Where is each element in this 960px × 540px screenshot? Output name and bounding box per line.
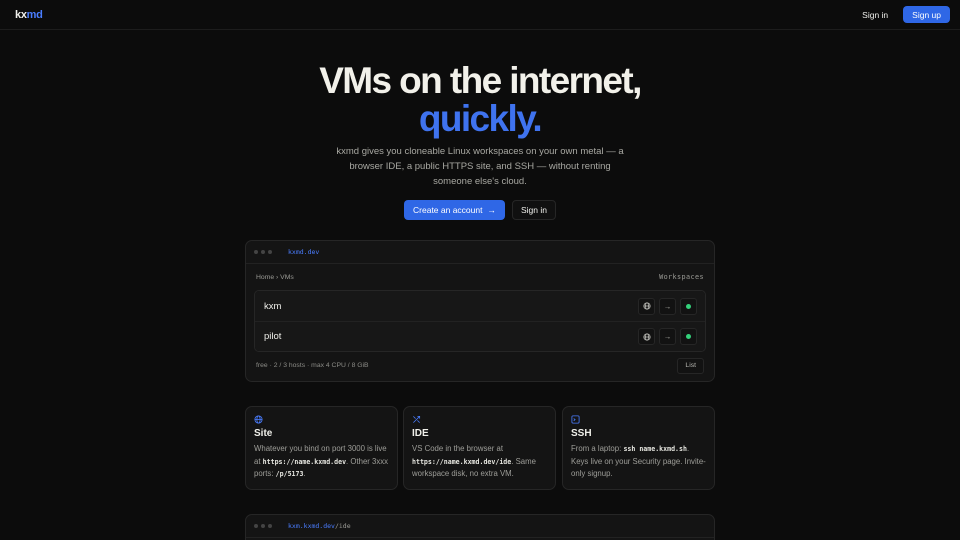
cta-row: Create an account → Sign in xyxy=(0,200,960,220)
hero-title-line1: VMs on the internet, xyxy=(319,60,642,101)
card-body: From a laptop: ssh name.kxmd.sh. Keys li… xyxy=(571,443,706,481)
create-account-label: Create an account xyxy=(413,205,483,215)
nav-actions: Sign in Sign up xyxy=(853,6,950,23)
dashboard-preview-window: kxmd.dev Home › VMs Workspaces kxm → pil… xyxy=(245,240,715,382)
top-nav: kxmd Sign in Sign up xyxy=(0,0,960,30)
globe-icon[interactable] xyxy=(638,297,655,315)
terminal-icon xyxy=(571,415,580,424)
breadcrumb[interactable]: Home › VMs xyxy=(256,274,294,281)
window-dot xyxy=(254,250,258,254)
list-button[interactable]: List xyxy=(677,357,704,374)
card-body-text: From a laptop: xyxy=(571,444,624,453)
vm-name: pilot xyxy=(264,331,282,342)
card-code: ssh name.kxmd.sh xyxy=(623,445,687,453)
status-running-dot xyxy=(686,334,691,339)
hero-subtitle: kxmd gives you cloneable Linux workspace… xyxy=(336,146,624,187)
window-dot xyxy=(261,250,265,254)
vm-list: kxm → pilot → xyxy=(254,290,706,352)
window-dot xyxy=(254,524,258,528)
card-body: Whatever you bind on port 3000 is live a… xyxy=(254,443,389,481)
window-url-host: kxm.kxmd.dev xyxy=(288,522,335,530)
window-dot xyxy=(268,250,272,254)
status-running-dot xyxy=(686,303,691,309)
feature-card-ssh: SSH From a laptop: ssh name.kxmd.sh. Key… xyxy=(562,406,715,490)
breadcrumb-row: Home › VMs Workspaces xyxy=(246,264,714,290)
window-url: kxmd.dev xyxy=(288,248,319,256)
logo-accent: md xyxy=(26,8,43,21)
card-body-text: . xyxy=(303,469,306,478)
status-indicator xyxy=(680,328,697,345)
window-url-host: kxmd.dev xyxy=(288,248,320,256)
card-title: SSH xyxy=(571,428,592,439)
card-body-text: VS Code in the browser at xyxy=(412,444,504,453)
globe-icon xyxy=(254,415,263,424)
vm-actions: → xyxy=(638,297,697,315)
window-titlebar: kxm.kxmd.dev/ide xyxy=(246,515,714,538)
nav-signup-button[interactable]: Sign up xyxy=(903,6,950,23)
card-title: IDE xyxy=(412,428,429,439)
vm-name: kxm xyxy=(264,300,282,312)
quota-text: free · 2 / 3 hosts · max 4 CPU / 8 GiB xyxy=(256,362,369,369)
window-titlebar: kxmd.dev xyxy=(246,241,714,264)
logo-main: kx xyxy=(15,8,27,21)
arrow-right-icon: → xyxy=(487,205,496,215)
window-url: kxm.kxmd.dev/ide xyxy=(288,522,351,530)
ide-icon xyxy=(413,415,421,423)
vm-actions: → xyxy=(638,328,697,345)
arrow-right-icon[interactable]: → xyxy=(659,328,676,345)
card-code: https://name.kxmd.dev xyxy=(262,457,347,466)
logo[interactable]: kxmd xyxy=(15,9,43,21)
feature-card-ide: IDE VS Code in the browser at https://na… xyxy=(403,406,556,490)
card-title: Site xyxy=(254,428,273,439)
ide-preview-window: kxm.kxmd.dev/ide xyxy=(245,514,715,540)
card-code: https://name.kxmd.dev/ide xyxy=(412,457,512,466)
create-account-button[interactable]: Create an account → xyxy=(404,200,505,220)
window-footer: free · 2 / 3 hosts · max 4 CPU / 8 GiB L… xyxy=(246,352,714,379)
window-url-path: /ide xyxy=(334,522,351,530)
nav-signin-button[interactable]: Sign in xyxy=(853,6,897,23)
card-body: VS Code in the browser at https://name.k… xyxy=(412,443,547,481)
globe-icon[interactable] xyxy=(638,328,655,345)
vm-row[interactable]: kxm → xyxy=(255,291,705,321)
hero-title: VMs on the internet, quickly. xyxy=(0,62,960,138)
feature-card-site: Site Whatever you bind on port 3000 is l… xyxy=(245,406,398,490)
window-dot xyxy=(261,524,265,528)
window-dot xyxy=(268,524,272,528)
hero-title-line2: quickly. xyxy=(418,98,543,139)
vm-row[interactable]: pilot → xyxy=(255,321,705,351)
hero-signin-button[interactable]: Sign in xyxy=(511,200,556,220)
card-code: /p/5173 xyxy=(275,470,304,478)
arrow-right-icon[interactable]: → xyxy=(659,297,676,315)
workspaces-label: Workspaces xyxy=(659,273,704,281)
status-indicator xyxy=(680,297,697,315)
